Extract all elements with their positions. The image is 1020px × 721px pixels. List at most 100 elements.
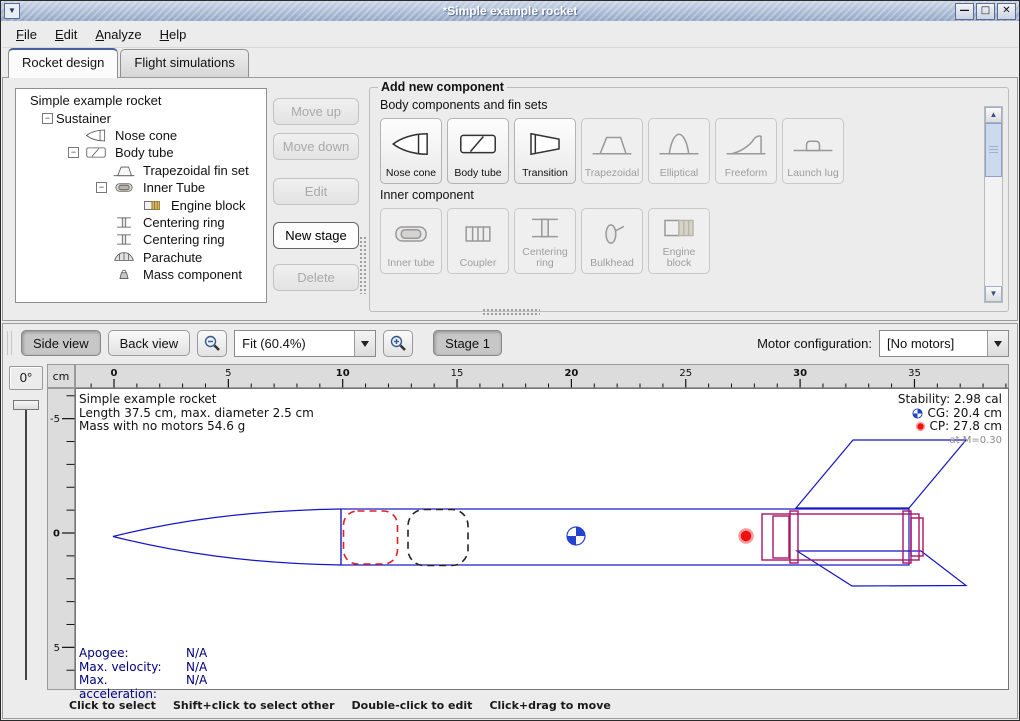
menu-item-analyze[interactable]: Analyze xyxy=(86,23,150,46)
chevron-down-icon[interactable] xyxy=(987,331,1008,356)
scroll-down-icon[interactable]: ▼ xyxy=(985,286,1002,302)
mach-note: at M=0.30 xyxy=(898,434,1002,448)
component-button-freeform[interactable]: Freeform xyxy=(715,118,777,184)
minimize-button[interactable]: — xyxy=(955,3,974,20)
rotation-slider-track xyxy=(25,402,27,680)
window-menu-icon[interactable]: ▼ xyxy=(4,3,20,19)
tab-rocket-design[interactable]: Rocket design xyxy=(8,48,118,78)
tab-flight-simulations[interactable]: Flight simulations xyxy=(120,49,248,77)
tree-item-label: Engine block xyxy=(171,198,245,213)
tree-expander-icon[interactable]: − xyxy=(42,113,53,124)
stability-info: Stability: 2.98 cal CG: 20.4 cm xyxy=(898,393,1002,447)
component-button-nose-cone[interactable]: Nose cone xyxy=(380,118,442,184)
elliptical-fin-icon xyxy=(657,130,701,158)
cp-value: 27.8 cm xyxy=(953,420,1002,434)
tree-item-label: Centering ring xyxy=(143,215,225,230)
menu-item-help[interactable]: Help xyxy=(151,23,196,46)
component-button-engine-block[interactable]: Engine block xyxy=(648,208,710,274)
component-button-launch-lug[interactable]: Launch lug xyxy=(782,118,844,184)
nose-cone-icon xyxy=(389,130,433,158)
scroll-up-icon[interactable]: ▲ xyxy=(985,107,1002,123)
component-button-elliptical[interactable]: Elliptical xyxy=(648,118,710,184)
stage-1-toggle[interactable]: Stage 1 xyxy=(433,330,502,356)
tree-item-label: Trapezoidal fin set xyxy=(143,163,249,178)
tree-item-parachute[interactable]: Parachute xyxy=(16,249,266,266)
tree-item-nose-cone[interactable]: Nose cone xyxy=(16,127,266,144)
coupler-icon xyxy=(456,220,500,248)
view-toolbar: Side view Back view Fit (60.4%) xyxy=(7,327,1013,359)
engine-block-icon xyxy=(138,198,166,213)
flight-stat-label: Max. acceleration: xyxy=(79,674,186,701)
component-button-label: Nose cone xyxy=(385,168,437,179)
tree-expander-icon[interactable]: − xyxy=(96,182,107,193)
tree-item-centering-ring[interactable]: Centering ring xyxy=(16,231,266,248)
move-down-button[interactable]: Move down xyxy=(273,133,359,160)
inner-tube-icon xyxy=(389,220,433,248)
motor-configuration-select[interactable]: [No motors] xyxy=(879,330,1009,357)
rotation-slider-handle[interactable] xyxy=(13,400,39,410)
maximize-button[interactable]: □ xyxy=(976,3,995,20)
menu-item-file[interactable]: File xyxy=(7,23,46,46)
tree-item-inner-tube[interactable]: −Inner Tube xyxy=(16,179,266,196)
add-component-group: Add new component Body components and fi… xyxy=(369,80,1009,312)
component-button-inner-tube[interactable]: Inner tube xyxy=(380,208,442,274)
tree-item-centering-ring[interactable]: Centering ring xyxy=(16,214,266,231)
menu-item-edit[interactable]: Edit xyxy=(46,23,86,46)
tree-item-engine-block[interactable]: Engine block xyxy=(16,196,266,213)
zoom-level-select[interactable]: Fit (60.4%) xyxy=(234,330,376,357)
flight-stat-label: Max. velocity: xyxy=(79,661,186,675)
flight-stat-label: Apogee: xyxy=(79,647,186,661)
component-button-label: Coupler xyxy=(459,258,498,269)
tree-expander-icon[interactable]: − xyxy=(68,147,79,158)
menu-bar: FileEditAnalyzeHelp xyxy=(2,21,1018,48)
status-hint: Click to select xyxy=(69,699,156,712)
delete-button[interactable]: Delete xyxy=(273,264,359,291)
zoom-out-button[interactable] xyxy=(197,330,227,357)
component-button-body-tube[interactable]: Body tube xyxy=(447,118,509,184)
vertical-splitter[interactable] xyxy=(359,236,366,294)
new-stage-button[interactable]: New stage xyxy=(273,222,359,249)
back-view-button[interactable]: Back view xyxy=(108,330,191,356)
rotation-slider[interactable] xyxy=(9,394,43,690)
edit-button[interactable]: Edit xyxy=(273,178,359,205)
cg-marker xyxy=(567,527,585,545)
svg-text:0: 0 xyxy=(53,529,60,540)
component-button-trapezoidal[interactable]: Trapezoidal xyxy=(581,118,643,184)
component-scrollbar[interactable]: ▲ ▼ xyxy=(984,106,1003,303)
tree-item-body-tube[interactable]: − Body tube xyxy=(16,144,266,161)
tree-item-label: Body tube xyxy=(115,145,174,160)
component-button-label: Elliptical xyxy=(659,168,700,179)
title-bar: ▼ *Simple example rocket — □ ✕ xyxy=(1,1,1019,21)
component-button-bulkhead[interactable]: Bulkhead xyxy=(581,208,643,274)
tree-item-simple-example-rocket[interactable]: Simple example rocket xyxy=(16,92,266,109)
tree-item-trapezoidal-fin-set[interactable]: Trapezoidal fin set xyxy=(16,162,266,179)
status-hint: Click+drag to move xyxy=(489,699,610,712)
scrollbar-thumb[interactable] xyxy=(985,123,1002,177)
close-button[interactable]: ✕ xyxy=(997,3,1016,20)
section-label: Body components and fin sets xyxy=(380,98,1000,112)
component-button-label: Body tube xyxy=(453,168,502,179)
chevron-down-icon[interactable] xyxy=(354,331,375,356)
zoom-in-button[interactable] xyxy=(383,330,413,357)
component-button-coupler[interactable]: Coupler xyxy=(447,208,509,274)
component-button-centering-ring[interactable]: Centering ring xyxy=(514,208,576,274)
trapezoidal-fin-icon xyxy=(590,130,634,158)
freeform-fin-icon xyxy=(724,130,768,158)
tab-strip: Rocket designFlight simulations xyxy=(2,47,1018,77)
application-window: ▼ *Simple example rocket — □ ✕ FileEditA… xyxy=(0,0,1020,721)
zoom-out-icon xyxy=(203,334,222,353)
tree-item-mass-component[interactable]: Mass component xyxy=(16,266,266,283)
toolbar-grip[interactable] xyxy=(7,331,12,355)
component-button-label: Freeform xyxy=(724,168,769,179)
tree-item-sustainer[interactable]: −Sustainer xyxy=(16,109,266,126)
horizontal-splitter[interactable] xyxy=(482,308,540,317)
diagram-canvas[interactable] xyxy=(76,389,1009,690)
design-panel: Simple example rocket−SustainerNose cone… xyxy=(2,77,1018,321)
component-button-transition[interactable]: Transition xyxy=(514,118,576,184)
component-tree[interactable]: Simple example rocket−SustainerNose cone… xyxy=(15,88,267,303)
flight-stat-value: N/A xyxy=(186,647,207,661)
ruler-unit-label: cm xyxy=(53,370,70,383)
side-view-button[interactable]: Side view xyxy=(21,330,101,356)
move-up-button[interactable]: Move up xyxy=(273,98,359,125)
nose-cone-icon xyxy=(82,128,110,143)
